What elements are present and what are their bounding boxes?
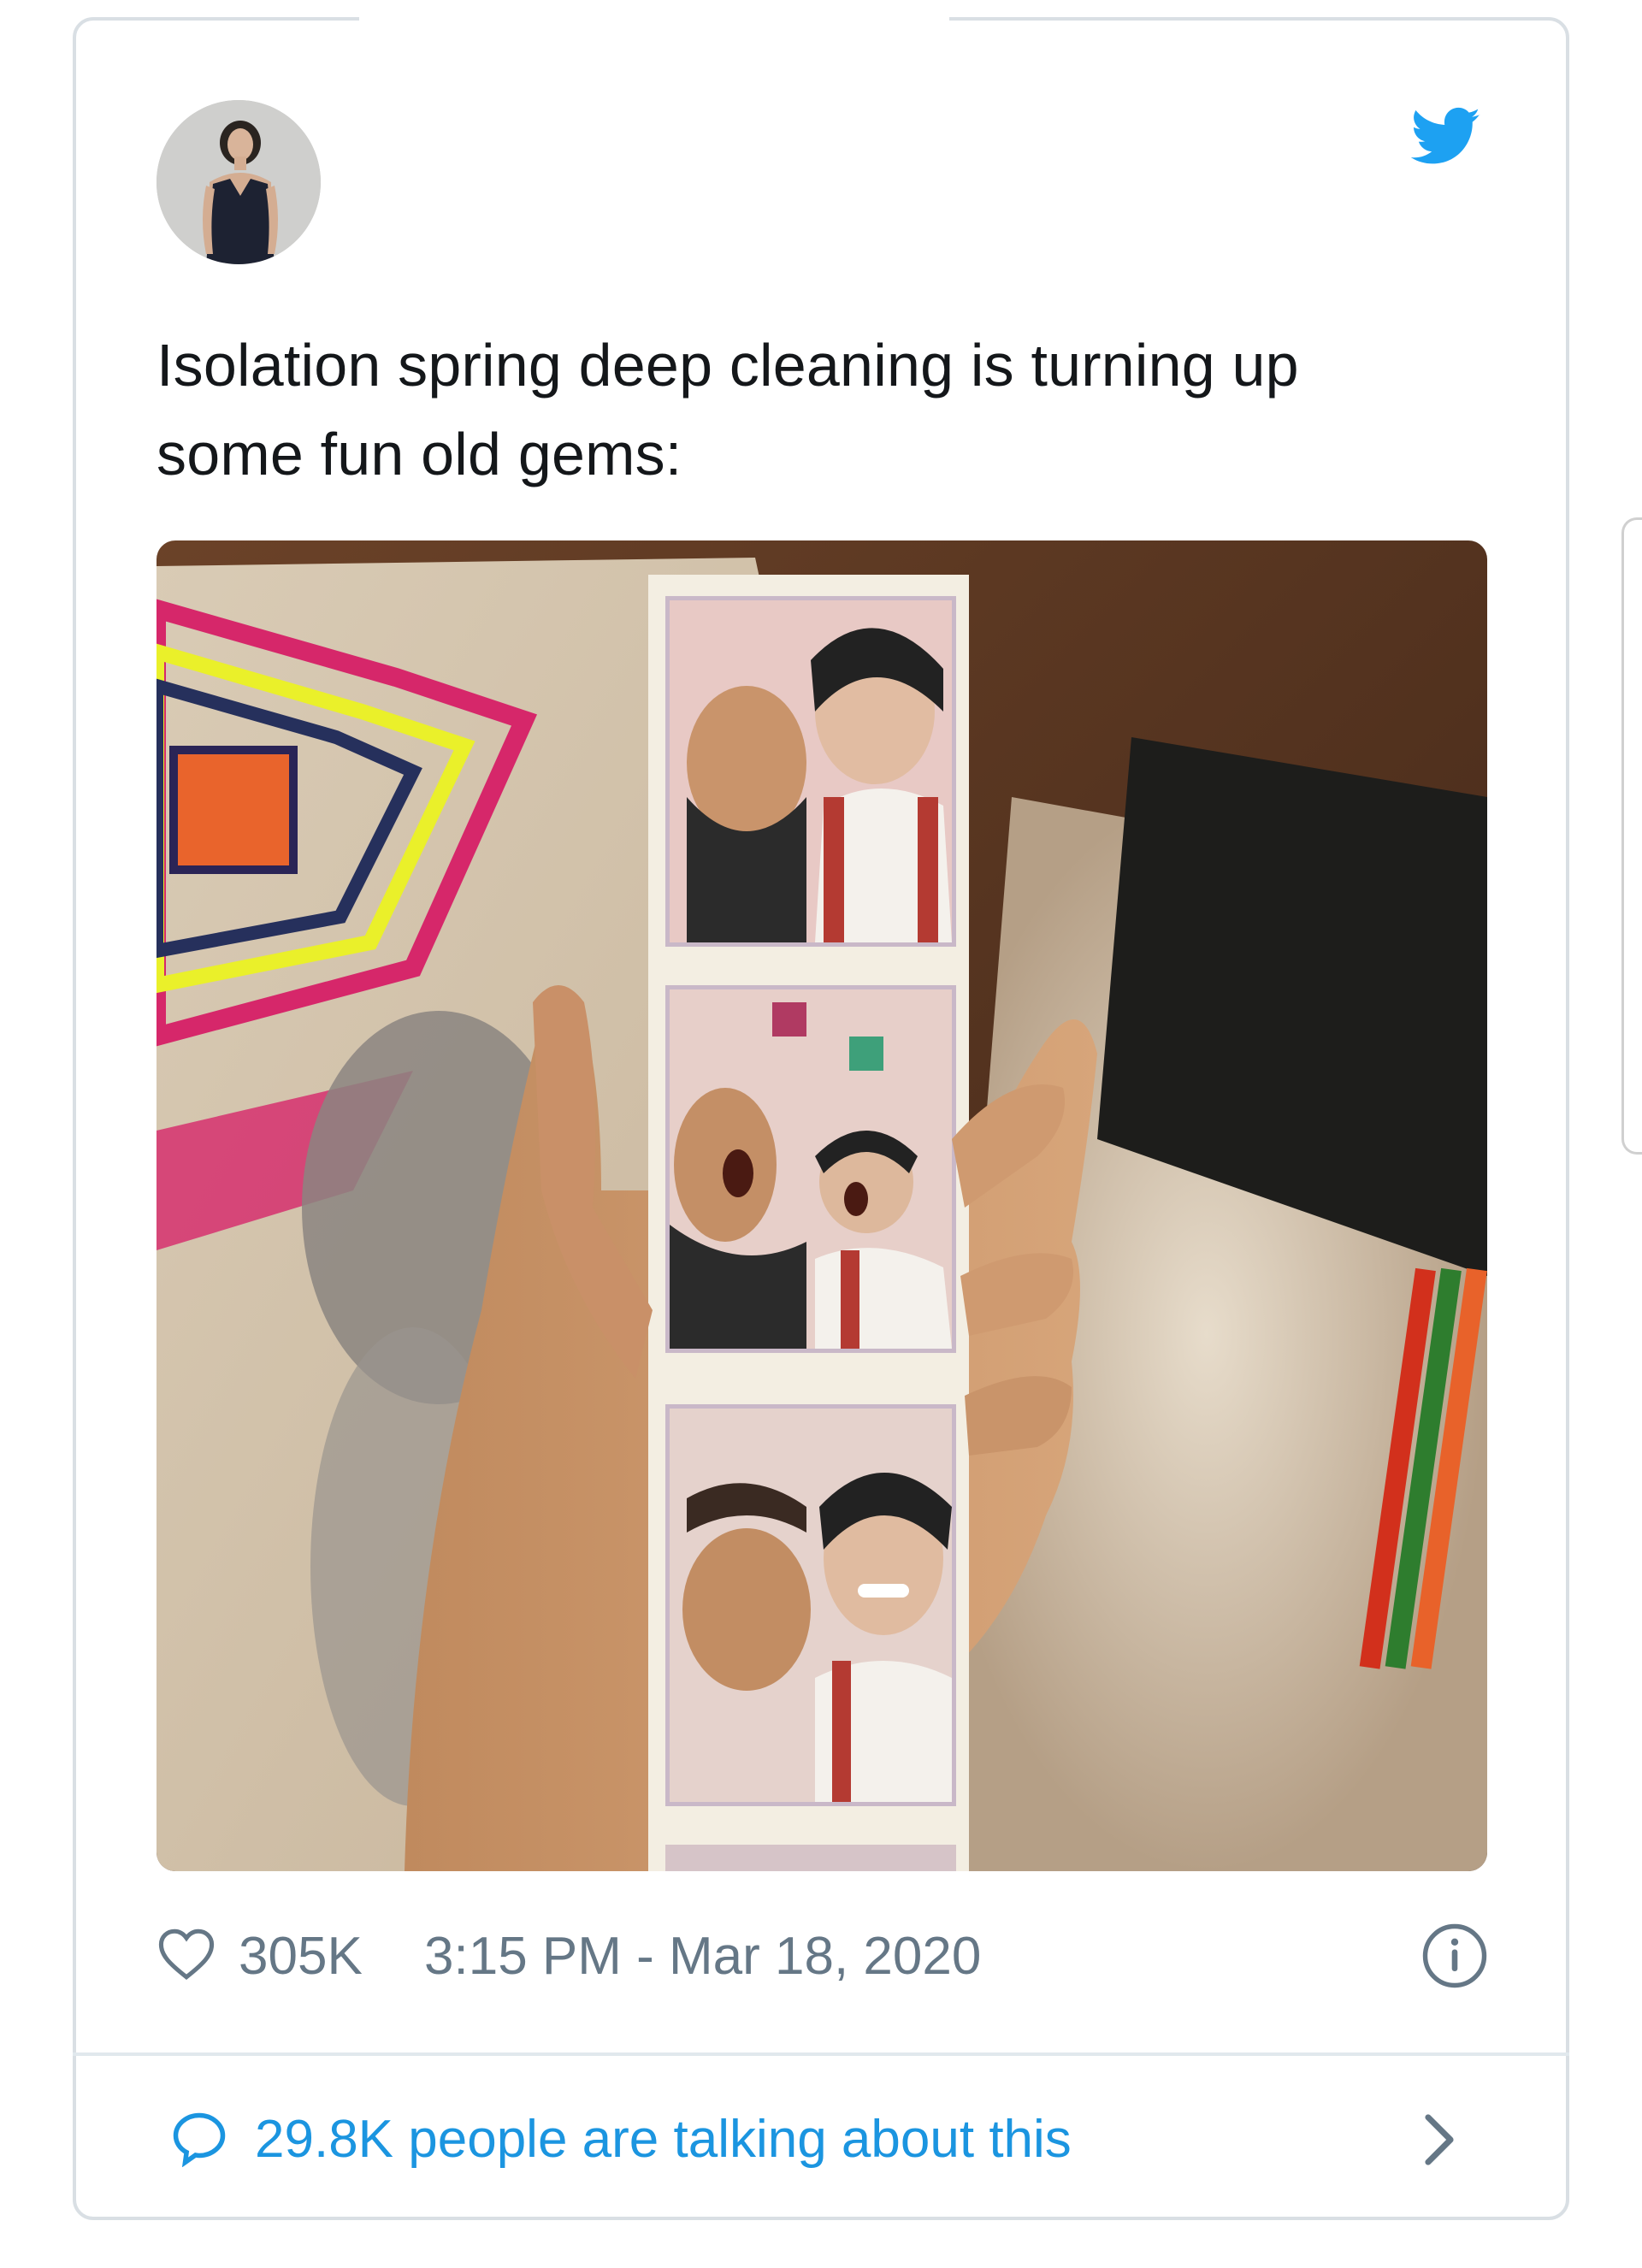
conversation-count-text[interactable]: 29.8K people are talking about this [255,2106,1072,2174]
info-icon[interactable] [1421,1922,1488,1989]
card-divider [73,2052,1569,2056]
heart-icon[interactable] [157,1928,216,1981]
photo-booth-strip-image [157,540,1487,1871]
avatar[interactable] [157,100,321,264]
tweet-text: Isolation spring deep cleaning is turnin… [157,332,1299,487]
avatar-photo [157,100,321,264]
conversation-link[interactable]: 29.8K people are talking about this [171,2106,1505,2174]
tweet-timestamp[interactable]: 3:15 PM - Mar 18, 2020 [424,1922,981,1991]
twitter-bird-icon[interactable] [1411,107,1481,167]
tweet-meta-row: 305K 3:15 PM - Mar 18, 2020 [157,1922,1491,1991]
speech-bubble-icon [173,2112,226,2167]
chevron-right-icon[interactable] [1420,2112,1459,2167]
tweet-media-photo[interactable] [157,540,1487,1871]
card-border-gap [359,12,949,26]
adjacent-card-edge [1621,517,1642,1155]
like-count[interactable]: 305K [239,1922,363,1991]
